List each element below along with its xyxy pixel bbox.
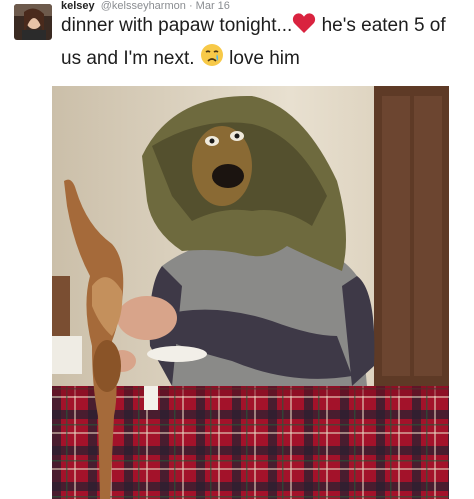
crying-face-emoji-icon — [200, 43, 224, 76]
header-separator: · — [188, 0, 193, 12]
user-handle[interactable]: @kelsseyharmon — [101, 0, 186, 12]
user-avatar[interactable] — [14, 4, 52, 40]
tweet-text-part1: dinner with papaw tonight... — [61, 15, 293, 36]
tweet-date[interactable]: Mar 16 — [196, 0, 230, 12]
heart-emoji-icon — [292, 12, 316, 43]
tweet-card: kelsey @kelsseyharmon · Mar 16 dinner wi… — [0, 0, 474, 499]
tweet-text-part3: love him — [223, 48, 300, 69]
tweet-text: dinner with papaw tonight... he's eaten … — [61, 12, 466, 76]
tweet-photo[interactable] — [52, 86, 449, 499]
display-name[interactable]: kelsey — [61, 0, 95, 12]
dinner-photo-image — [52, 86, 449, 499]
avatar-image — [14, 4, 52, 40]
